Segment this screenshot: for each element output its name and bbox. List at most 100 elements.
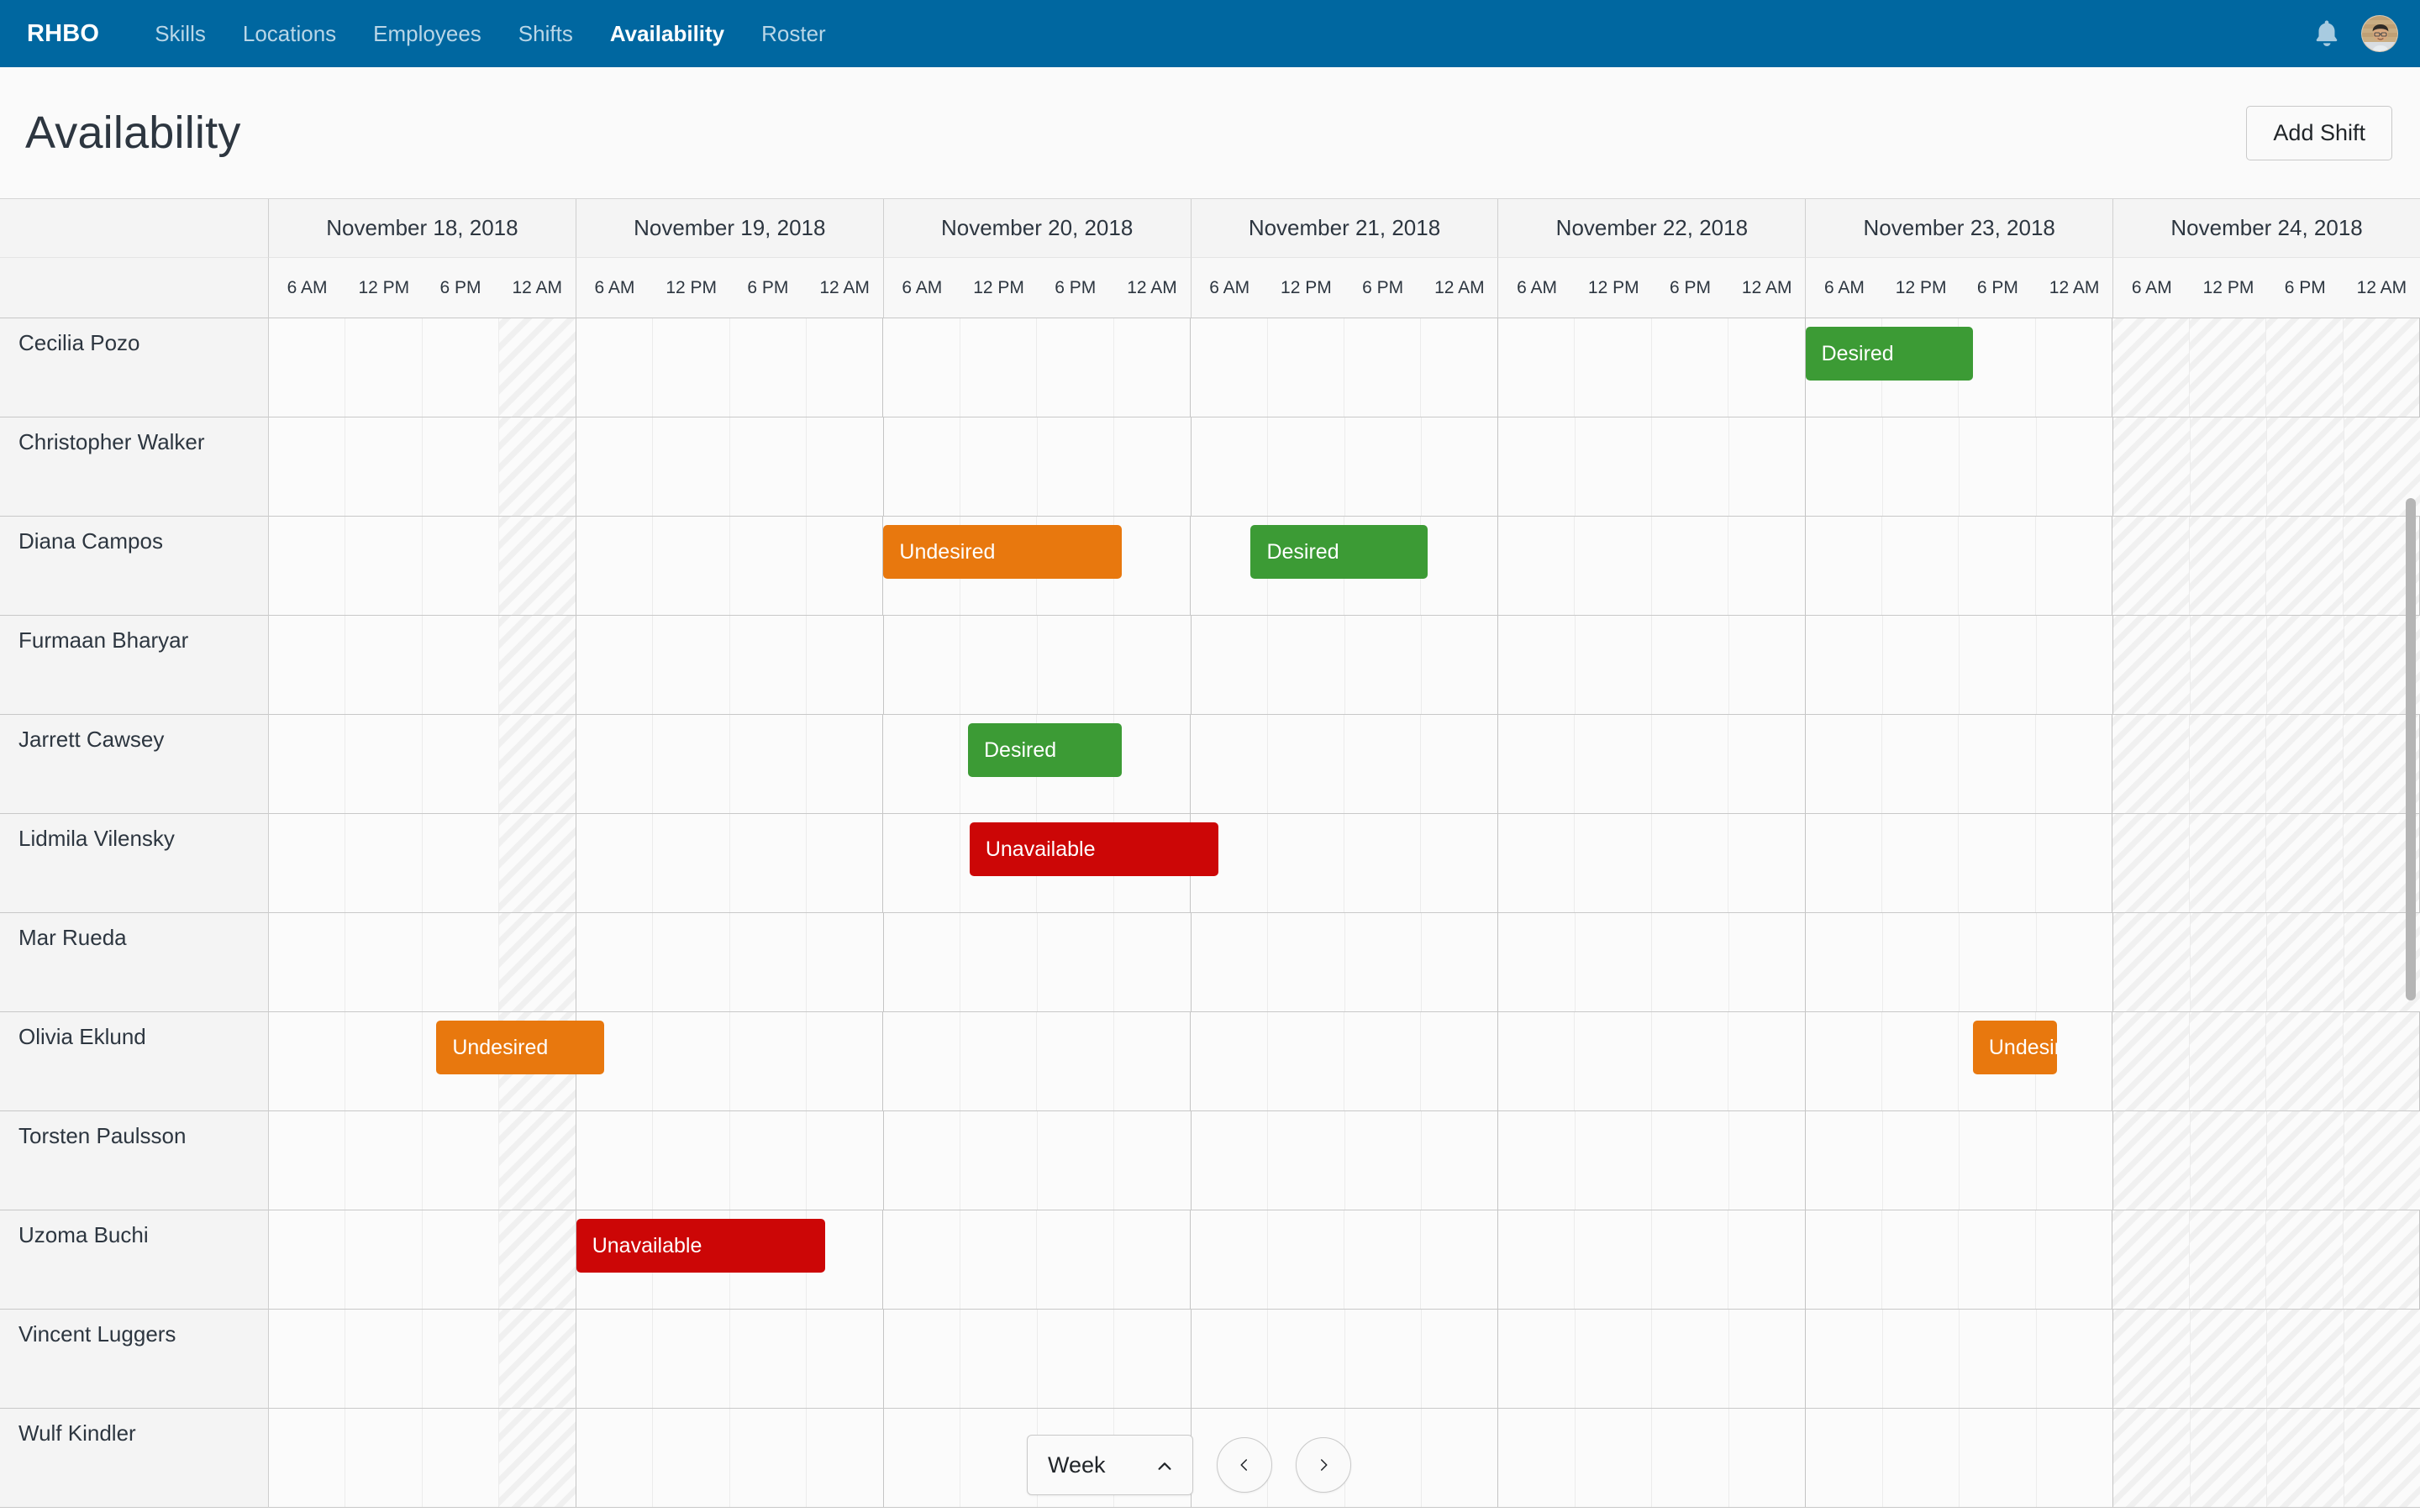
quarter-slot[interactable]: [2112, 1210, 2189, 1309]
quarter-slot[interactable]: [423, 1210, 499, 1309]
quarter-slot[interactable]: [2113, 1310, 2190, 1408]
quarter-slot[interactable]: [960, 1012, 1037, 1110]
quarter-slot[interactable]: [1728, 715, 1804, 813]
day-cell[interactable]: [1192, 913, 1499, 1011]
quarter-slot[interactable]: [423, 814, 499, 912]
quarter-slot[interactable]: [2113, 417, 2190, 516]
previous-period-button[interactable]: [1217, 1437, 1272, 1493]
quarter-slot[interactable]: [730, 814, 807, 912]
quarter-slot[interactable]: [1806, 517, 1882, 615]
quarter-slot[interactable]: [2036, 1210, 2112, 1309]
day-cell[interactable]: [1498, 1111, 1806, 1210]
employee-name-cell[interactable]: Diana Campos: [0, 517, 269, 616]
day-cell[interactable]: [576, 616, 884, 714]
availability-event-unavailable[interactable]: Unavailable: [576, 1219, 825, 1273]
quarter-slot[interactable]: [576, 1111, 653, 1210]
day-cell[interactable]: [1806, 616, 2113, 714]
quarter-slot[interactable]: [960, 913, 1037, 1011]
quarter-slot[interactable]: [2190, 715, 2266, 813]
quarter-slot[interactable]: [653, 1409, 729, 1507]
quarter-slot[interactable]: [2266, 318, 2343, 417]
quarter-slot[interactable]: [2112, 318, 2189, 417]
quarter-slot[interactable]: [2037, 1310, 2112, 1408]
quarter-slot[interactable]: [1345, 616, 1422, 714]
quarter-slot[interactable]: [1268, 1210, 1344, 1309]
quarter-slot[interactable]: [884, 1310, 960, 1408]
quarter-slot[interactable]: [1114, 1310, 1190, 1408]
quarter-slot[interactable]: [1268, 715, 1344, 813]
quarter-slot[interactable]: [1191, 1210, 1267, 1309]
quarter-slot[interactable]: [345, 517, 422, 615]
quarter-slot[interactable]: [1498, 1310, 1575, 1408]
day-cell[interactable]: [1498, 1310, 1806, 1408]
quarter-slot[interactable]: [1652, 318, 1728, 417]
quarter-slot[interactable]: [576, 715, 653, 813]
quarter-slot[interactable]: [2037, 417, 2112, 516]
quarter-slot[interactable]: [2190, 1012, 2266, 1110]
quarter-slot[interactable]: [423, 1409, 499, 1507]
day-cell[interactable]: [576, 1310, 884, 1408]
quarter-slot[interactable]: [1652, 1210, 1728, 1309]
day-cell[interactable]: [1806, 1210, 2113, 1309]
quarter-slot[interactable]: [1498, 814, 1575, 912]
employee-name-cell[interactable]: Cecilia Pozo: [0, 318, 269, 417]
quarter-slot[interactable]: [1268, 616, 1344, 714]
quarter-slot[interactable]: [653, 417, 729, 516]
quarter-slot[interactable]: [1345, 913, 1422, 1011]
day-cell[interactable]: [884, 1111, 1192, 1210]
quarter-slot[interactable]: [499, 517, 575, 615]
quarter-slot[interactable]: [960, 1310, 1037, 1408]
quarter-slot[interactable]: [1421, 715, 1497, 813]
day-cell[interactable]: [576, 318, 884, 417]
quarter-slot[interactable]: [1422, 913, 1497, 1011]
day-cell[interactable]: [2112, 715, 2420, 813]
day-cell[interactable]: [1806, 417, 2113, 516]
quarter-slot[interactable]: [1421, 814, 1497, 912]
quarter-slot[interactable]: [1959, 715, 2035, 813]
quarter-slot[interactable]: [576, 417, 653, 516]
quarter-slot[interactable]: [423, 616, 499, 714]
quarter-slot[interactable]: [653, 517, 729, 615]
quarter-slot[interactable]: [1114, 715, 1190, 813]
availability-event-unavailable[interactable]: Unavailable: [970, 822, 1218, 876]
quarter-slot[interactable]: [1498, 1409, 1575, 1507]
quarter-slot[interactable]: [1345, 1409, 1422, 1507]
quarter-slot[interactable]: [1806, 715, 1882, 813]
quarter-slot[interactable]: [1729, 417, 1805, 516]
quarter-slot[interactable]: [423, 417, 499, 516]
quarter-slot[interactable]: [883, 1012, 960, 1110]
quarter-slot[interactable]: [2266, 517, 2343, 615]
quarter-slot[interactable]: [2267, 913, 2344, 1011]
quarter-slot[interactable]: [1652, 1111, 1728, 1210]
quarter-slot[interactable]: [576, 814, 653, 912]
quarter-slot[interactable]: [345, 318, 422, 417]
quarter-slot[interactable]: [2037, 913, 2112, 1011]
quarter-slot[interactable]: [1883, 616, 1960, 714]
quarter-slot[interactable]: [960, 318, 1037, 417]
quarter-slot[interactable]: [1344, 715, 1421, 813]
day-cell[interactable]: [576, 814, 884, 912]
quarter-slot[interactable]: [345, 814, 422, 912]
nav-link-availability[interactable]: Availability: [592, 21, 743, 47]
add-shift-button[interactable]: Add Shift: [2246, 106, 2392, 160]
nav-link-locations[interactable]: Locations: [224, 21, 355, 47]
quarter-slot[interactable]: [1498, 318, 1575, 417]
quarter-slot[interactable]: [2267, 1409, 2344, 1507]
quarter-slot[interactable]: [807, 318, 882, 417]
quarter-slot[interactable]: [1959, 814, 2035, 912]
quarter-slot[interactable]: [2344, 1310, 2420, 1408]
quarter-slot[interactable]: [1960, 913, 2036, 1011]
day-cell[interactable]: [269, 517, 576, 615]
quarter-slot[interactable]: [2344, 1409, 2420, 1507]
quarter-slot[interactable]: [1728, 517, 1804, 615]
quarter-slot[interactable]: [1498, 913, 1575, 1011]
quarter-slot[interactable]: [807, 1111, 882, 1210]
quarter-slot[interactable]: [269, 1111, 345, 1210]
quarter-slot[interactable]: [807, 1310, 882, 1408]
quarter-slot[interactable]: [1728, 318, 1804, 417]
quarter-slot[interactable]: [576, 616, 653, 714]
quarter-slot[interactable]: [1652, 715, 1728, 813]
day-cell[interactable]: [1498, 715, 1806, 813]
day-cell[interactable]: [269, 1310, 576, 1408]
quarter-slot[interactable]: [1037, 1012, 1113, 1110]
